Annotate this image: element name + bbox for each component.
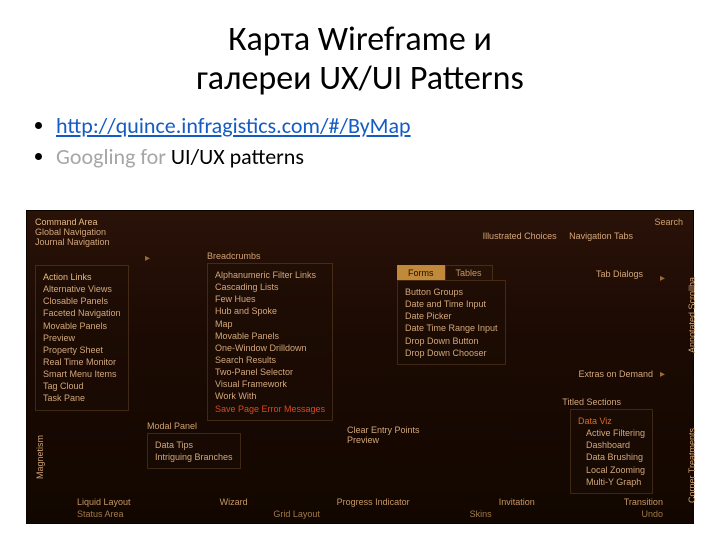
extras-expand-icon[interactable]: ▸ xyxy=(660,369,665,380)
modal-panel-header: Modal Panel xyxy=(147,421,197,431)
titled-sections-panel: Data Viz Active Filtering Dashboard Data… xyxy=(570,409,653,494)
label-command-area: Command Area xyxy=(35,217,110,227)
extras-label: Extras on Demand xyxy=(578,369,653,379)
label-illustrated-choices: Illustrated Choices xyxy=(483,231,557,241)
label-global-navigation: Global Navigation xyxy=(35,227,110,237)
search-label: Search xyxy=(654,217,683,227)
breadcrumbs-header: Breadcrumbs xyxy=(207,251,261,261)
titled-sections-header: Titled Sections xyxy=(562,397,621,407)
left-panel: Action Links Alternative Views Closable … xyxy=(35,265,129,411)
label-journal-navigation: Journal Navigation xyxy=(35,237,110,247)
wireframe-map-screenshot: Command Area Global Navigation Journal N… xyxy=(26,210,694,524)
corner-treatments-label: Corner Treatments xyxy=(687,428,697,503)
tab-row: Forms Tables xyxy=(397,265,506,280)
slide-title: Карта Wireframe и галереи UX/UI Patterns xyxy=(30,20,690,106)
tab-dialogs-expand-icon[interactable]: ▸ xyxy=(660,273,665,284)
tab-dialogs-label: Tab Dialogs xyxy=(596,269,643,279)
scrollbar-label: Annotated Scrollba xyxy=(687,277,697,353)
clear-entry-block: Clear Entry Points Preview xyxy=(347,425,420,445)
bullet-list: http://quince.infragistics.com/#/ByMap G… xyxy=(30,112,690,170)
bullet-link[interactable]: http://quince.infragistics.com/#/ByMap xyxy=(56,112,690,139)
expand-icon[interactable]: ▸ xyxy=(145,253,150,264)
bottom-row-upper: Liquid Layout Wizard Progress Indicator … xyxy=(77,497,663,507)
bottom-row-lower: Status Area Grid Layout Skins Undo xyxy=(77,509,663,519)
tabs-panel-content: Button Groups Date and Time Input Date P… xyxy=(397,280,506,365)
tab-tables[interactable]: Tables xyxy=(445,265,493,280)
magnetism-label: Magnetism xyxy=(35,435,45,479)
bullet-googling: Googling for UI/UX patterns xyxy=(56,143,690,170)
modal-panel: Data Tips Intriguing Branches xyxy=(147,433,241,469)
tab-forms[interactable]: Forms xyxy=(397,265,445,280)
breadcrumbs-panel: Alphanumeric Filter Links Cascading List… xyxy=(207,263,333,421)
label-navigation-tabs: Navigation Tabs xyxy=(569,231,633,241)
